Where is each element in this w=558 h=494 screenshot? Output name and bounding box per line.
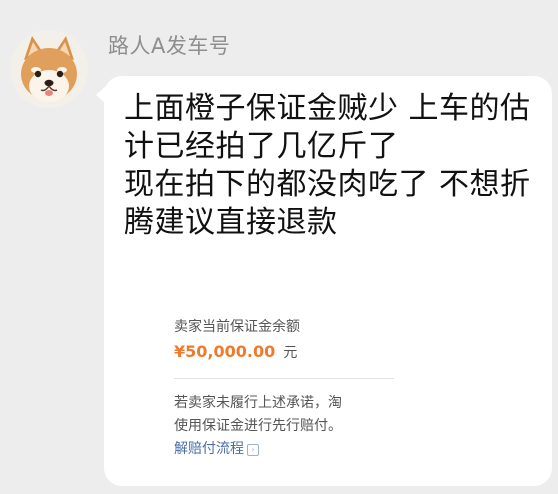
message-line: 腾建议直接退款 xyxy=(124,205,338,240)
avatar[interactable] xyxy=(10,30,88,108)
chevron-right-icon: › xyxy=(247,444,259,456)
deposit-amount: ¥50,000.00 xyxy=(174,342,276,361)
process-link-label: 解赔付流程 xyxy=(174,441,244,457)
card-divider xyxy=(174,378,394,379)
amount-unit: 元 xyxy=(283,345,298,361)
message-line: 现在拍下的都没肉吃了 不想折 xyxy=(124,167,531,202)
amount-row: ¥50,000.00 元 xyxy=(174,342,297,362)
compensation-note-line: 若卖家未履行上述承诺，淘 xyxy=(174,395,342,411)
shiba-dog-avatar-icon xyxy=(10,30,88,108)
compensation-note-line: 使用保证金进行先行赔付。 xyxy=(174,418,342,434)
deposit-card[interactable]: 卖家当前保证金余额 ¥50,000.00 元 若卖家未履行上述承诺，淘 使用保证… xyxy=(160,302,400,467)
sender-name: 路人A发车号 xyxy=(108,34,231,58)
message-line: 计已经拍了几亿斤了 xyxy=(124,129,399,164)
compensation-process-link[interactable]: 解赔付流程 › xyxy=(174,438,259,458)
chat-screen: 路人A发车号 上面橙子保证金贼少 上车的估 计已经拍了几亿斤了 现在拍下的都没肉… xyxy=(0,0,558,494)
message-line: 上面橙子保证金贼少 上车的估 xyxy=(124,91,531,126)
deposit-label: 卖家当前保证金余额 xyxy=(174,319,300,335)
message-text: 上面橙子保证金贼少 上车的估 计已经拍了几亿斤了 现在拍下的都没肉吃了 不想折 … xyxy=(124,90,544,242)
